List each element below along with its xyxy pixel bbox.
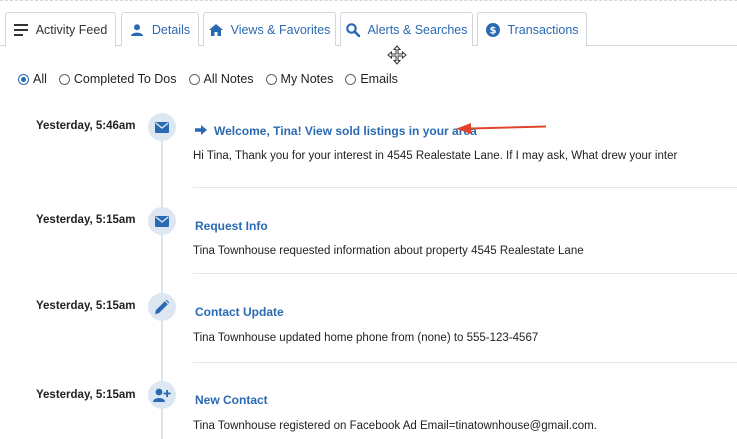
tab-label: Activity Feed	[35, 23, 108, 37]
tab-label: Alerts & Searches	[367, 22, 468, 37]
person-add-icon	[148, 381, 176, 409]
radio-button[interactable]	[265, 73, 277, 85]
tab-transactions[interactable]: $ Transactions	[477, 12, 587, 46]
radio-button[interactable]	[188, 73, 200, 85]
tab-label: Transactions	[507, 22, 579, 37]
entry-title-link[interactable]: Request Info	[195, 219, 268, 233]
entry-title: Request Info	[195, 219, 268, 233]
entry-divider	[193, 362, 737, 363]
search-icon	[345, 22, 360, 37]
entry-time: Yesterday, 5:15am	[36, 214, 136, 226]
filter-completed-todos[interactable]: Completed To Dos	[58, 72, 177, 86]
entry-divider	[193, 273, 737, 274]
pencil-icon	[148, 293, 176, 321]
entry-body: Tina Townhouse updated home phone from (…	[193, 332, 539, 344]
entry-time: Yesterday, 5:15am	[36, 300, 136, 312]
radio-button[interactable]	[18, 73, 29, 85]
radio-button[interactable]	[58, 73, 70, 85]
svg-text:$: $	[489, 25, 496, 36]
activity-filter-group: All Completed To Dos All Notes My Notes …	[18, 72, 410, 86]
filter-label: Completed To Dos	[73, 72, 177, 86]
filter-label: Emails	[360, 72, 398, 86]
radio-button[interactable]	[345, 73, 357, 85]
tab-views-favorites[interactable]: Views & Favorites	[203, 12, 336, 46]
dollar-icon: $	[485, 22, 500, 37]
annotation-arrow-icon	[456, 121, 548, 135]
filter-label: All Notes	[203, 72, 254, 86]
entry-body: Tina Townhouse registered on Facebook Ad…	[193, 420, 597, 432]
person-icon	[130, 22, 145, 37]
entry-time: Yesterday, 5:46am	[36, 120, 136, 132]
tab-details[interactable]: Details	[121, 12, 199, 46]
filter-all-notes[interactable]: All Notes	[188, 72, 254, 86]
tab-label: Details	[151, 22, 191, 37]
entry-title-link[interactable]: Contact Update	[195, 305, 284, 319]
tab-alerts-searches[interactable]: Alerts & Searches	[340, 12, 473, 46]
list-icon	[14, 23, 29, 38]
filter-all[interactable]: All	[18, 72, 47, 86]
entry-title-link[interactable]: Welcome, Tina! View sold listings in you…	[195, 124, 477, 138]
entry-body: Tina Townhouse requested information abo…	[193, 245, 584, 257]
filter-label: My Notes	[280, 72, 334, 86]
entry-title: Contact Update	[195, 305, 284, 319]
filter-my-notes[interactable]: My Notes	[265, 72, 334, 86]
home-icon	[209, 22, 224, 37]
entry-title: New Contact	[195, 393, 268, 407]
tab-bar: Activity Feed Details Views & Favorites …	[0, 0, 737, 47]
move-cursor-icon	[387, 45, 407, 65]
entry-divider	[193, 187, 737, 188]
filter-emails[interactable]: Emails	[345, 72, 398, 86]
entry-body: Hi Tina, Thank you for your interest in …	[193, 150, 678, 162]
envelope-icon	[148, 113, 176, 141]
filter-label: All	[33, 72, 47, 86]
tab-label: Views & Favorites	[230, 22, 331, 37]
entry-time: Yesterday, 5:15am	[36, 389, 136, 401]
entry-title: Welcome, Tina! View sold listings in you…	[214, 124, 477, 138]
arrow-right-icon	[195, 124, 207, 138]
entry-title-link[interactable]: New Contact	[195, 393, 268, 407]
envelope-icon	[148, 207, 176, 235]
tab-activity-feed[interactable]: Activity Feed	[5, 12, 116, 47]
